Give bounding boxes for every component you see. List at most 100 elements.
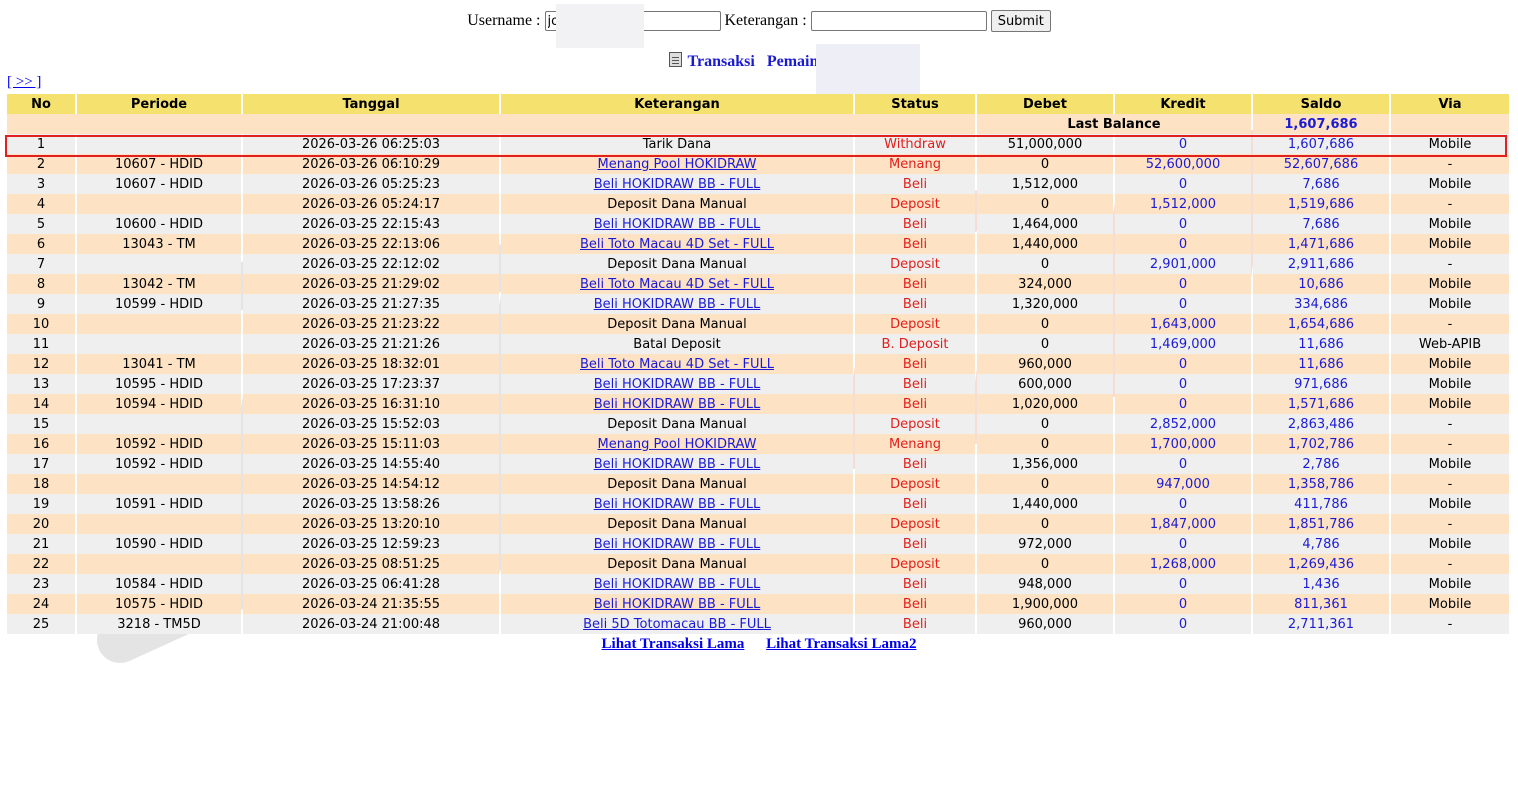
cell-tanggal: 2026-03-25 12:59:23 [243,534,499,554]
cell-via: Mobile [1391,134,1509,154]
cell-tanggal: 2026-03-26 06:10:29 [243,154,499,174]
cell-periode [77,554,241,574]
cell-saldo: 1,269,436 [1253,554,1389,574]
keterangan-link[interactable]: Menang Pool HOKIDRAW [598,157,757,172]
cell-kredit: 0 [1115,174,1251,194]
table-row: 6 13043 - TM 2026-03-25 22:13:06 Beli Toto … [7,234,1509,254]
keterangan-link[interactable]: Beli HOKIDRAW BB - FULL [594,177,761,192]
cell-via: Mobile [1391,174,1509,194]
cell-status: Beli [855,294,975,314]
cell-status: Deposit [855,474,975,494]
col-saldo: Saldo [1253,94,1389,114]
cell-debet: 1,020,000 [977,394,1113,414]
keterangan-link[interactable]: Beli Toto Macau 4D Set - FULL [580,277,774,292]
cell-keterangan: Deposit Dana Manual [501,414,853,434]
cell-keterangan: Deposit Dana Manual [501,514,853,534]
cell-kredit: 2,901,000 [1115,254,1251,274]
table-row: 2 10607 - HDID 2026-03-26 06:10:29 Menang P… [7,154,1509,174]
cell-saldo: 2,863,486 [1253,414,1389,434]
col-debet: Debet [977,94,1113,114]
table-row: 25 3218 - TM5D 2026-03-24 21:00:48 Beli 5D … [7,614,1509,634]
keterangan-link[interactable]: Beli HOKIDRAW BB - FULL [594,217,761,232]
table-row: 1 2026-03-26 06:25:03 Tarik Dana Withdraw 51… [7,134,1509,154]
title-transaksi: Transaksi [687,53,755,70]
cell-kredit: 0 [1115,354,1251,374]
table-row: 7 2026-03-25 22:12:02 Deposit Dana Manual D… [7,254,1509,274]
cell-debet: 0 [977,434,1113,454]
cell-via: - [1391,194,1509,214]
footer-links: Lihat Transaksi Lama Lihat Transaksi Lam… [0,636,1518,653]
next-page-link[interactable]: [ >> ] [7,74,41,91]
cell-via: Mobile [1391,574,1509,594]
submit-button[interactable]: Submit [990,10,1051,32]
cell-debet: 1,440,000 [977,234,1113,254]
cell-keterangan: Beli Toto Macau 4D Set - FULL [501,274,853,294]
old-transactions-link-2[interactable]: Lihat Transaksi Lama2 [766,636,916,652]
cell-periode: 10595 - HDID [77,374,241,394]
cell-keterangan: Beli Toto Macau 4D Set - FULL [501,234,853,254]
cell-via: Mobile [1391,374,1509,394]
cell-debet: 0 [977,254,1113,274]
cell-periode [77,414,241,434]
cell-status: Beli [855,454,975,474]
keterangan-link[interactable]: Menang Pool HOKIDRAW [598,437,757,452]
cell-debet: 0 [977,314,1113,334]
cell-keterangan: Beli 5D Totomacau BB - FULL [501,614,853,634]
table-row: 23 10584 - HDID 2026-03-25 06:41:28 Beli HO… [7,574,1509,594]
cell-saldo: 1,358,786 [1253,474,1389,494]
keterangan-link[interactable]: Beli Toto Macau 4D Set - FULL [580,357,774,372]
keterangan-link[interactable]: Beli HOKIDRAW BB - FULL [594,457,761,472]
cell-saldo: 11,686 [1253,334,1389,354]
cell-tanggal: 2026-03-25 14:54:12 [243,474,499,494]
cell-no: 19 [7,494,75,514]
table-row: 22 2026-03-25 08:51:25 Deposit Dana Manual… [7,554,1509,574]
cell-saldo: 2,786 [1253,454,1389,474]
keterangan-link[interactable]: Beli HOKIDRAW BB - FULL [594,497,761,512]
cell-status: Deposit [855,254,975,274]
cell-no: 15 [7,414,75,434]
cell-debet: 1,464,000 [977,214,1113,234]
search-form: Username : Keterangan : Submit [0,10,1518,32]
keterangan-link[interactable]: Beli 5D Totomacau BB - FULL [583,617,771,632]
cell-via: - [1391,514,1509,534]
cell-keterangan: Beli HOKIDRAW BB - FULL [501,594,853,614]
keterangan-link[interactable]: Beli HOKIDRAW BB - FULL [594,377,761,392]
cell-periode: 10591 - HDID [77,494,241,514]
cell-no: 17 [7,454,75,474]
keterangan-link[interactable]: Beli HOKIDRAW BB - FULL [594,297,761,312]
old-transactions-link[interactable]: Lihat Transaksi Lama [602,636,745,652]
cell-keterangan: Beli HOKIDRAW BB - FULL [501,574,853,594]
cell-no: 1 [7,134,75,154]
keterangan-link[interactable]: Beli Toto Macau 4D Set - FULL [580,237,774,252]
cell-tanggal: 2026-03-25 16:31:10 [243,394,499,414]
cell-tanggal: 2026-03-26 06:25:03 [243,134,499,154]
cell-debet: 51,000,000 [977,134,1113,154]
cell-debet: 1,440,000 [977,494,1113,514]
cell-via: - [1391,554,1509,574]
cell-keterangan: Menang Pool HOKIDRAW [501,154,853,174]
keterangan-link[interactable]: Beli HOKIDRAW BB - FULL [594,577,761,592]
cell-debet: 600,000 [977,374,1113,394]
cell-periode: 13042 - TM [77,274,241,294]
cell-via: Mobile [1391,294,1509,314]
cell-periode: 10575 - HDID [77,594,241,614]
cell-no: 18 [7,474,75,494]
col-via: Via [1391,94,1509,114]
keterangan-link[interactable]: Beli HOKIDRAW BB - FULL [594,597,761,612]
cell-saldo: 1,436 [1253,574,1389,594]
cell-status: Menang [855,154,975,174]
cell-status: Beli [855,614,975,634]
cell-keterangan: Menang Pool HOKIDRAW [501,434,853,454]
keterangan-link[interactable]: Beli HOKIDRAW BB - FULL [594,537,761,552]
cell-via: Mobile [1391,354,1509,374]
keterangan-link[interactable]: Beli HOKIDRAW BB - FULL [594,397,761,412]
cell-periode: 13041 - TM [77,354,241,374]
table-header: No Periode Tanggal Keterangan Status Deb… [7,94,1509,114]
cell-saldo: 411,786 [1253,494,1389,514]
keterangan-input[interactable] [810,11,987,31]
cell-status: Withdraw [855,134,975,154]
cell-saldo: 2,711,361 [1253,614,1389,634]
cell-via: Mobile [1391,494,1509,514]
cell-via: - [1391,254,1509,274]
cell-kredit: 0 [1115,294,1251,314]
